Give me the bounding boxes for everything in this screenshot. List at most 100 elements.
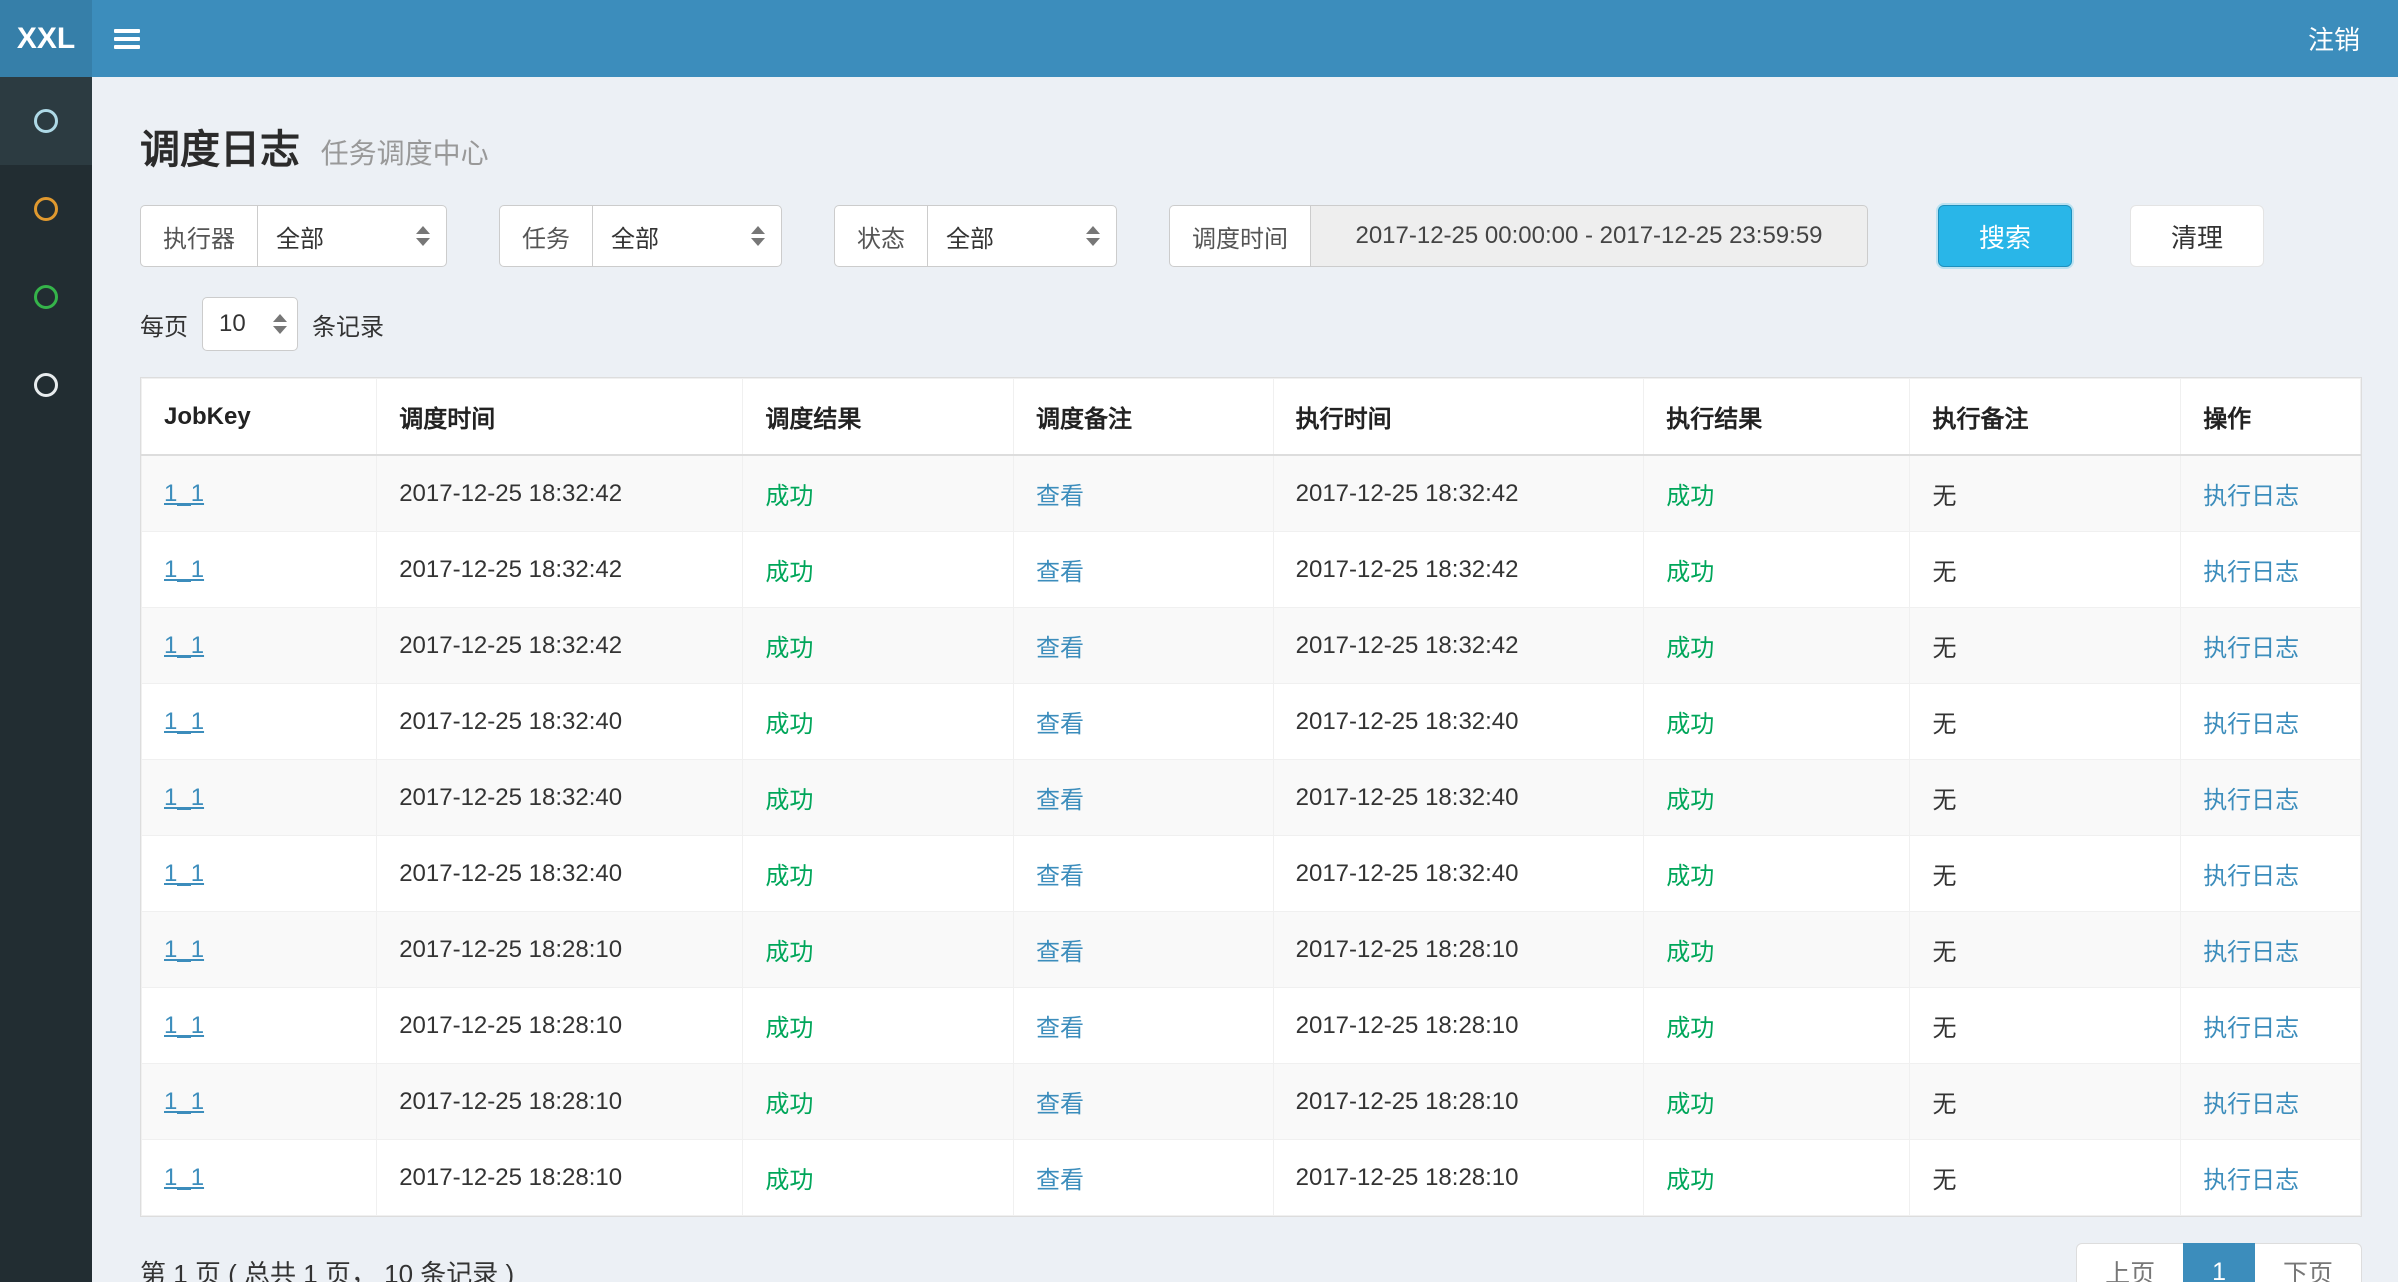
sched-result-cell: 成功 — [743, 532, 1014, 608]
exec-log-link[interactable]: 执行日志 — [2181, 1064, 2361, 1140]
app-logo[interactable]: XXL — [0, 0, 92, 77]
executor-select-value: 全部 — [276, 219, 324, 254]
column-header: 操作 — [2181, 379, 2361, 456]
sidebar-toggle-button[interactable] — [92, 0, 162, 77]
pagination-page-1-button[interactable]: 1 — [2183, 1243, 2255, 1282]
search-button[interactable]: 搜索 — [1938, 205, 2072, 267]
sched-remark-link[interactable]: 查看 — [1014, 988, 1274, 1064]
main-content: 调度日志 任务调度中心 执行器 全部 任务 全部 状态 全部 — [92, 77, 2398, 1282]
sched-time-cell: 2017-12-25 18:32:40 — [377, 684, 743, 760]
sched-time-cell: 2017-12-25 18:32:42 — [377, 532, 743, 608]
log-table: JobKey调度时间调度结果调度备注执行时间执行结果执行备注操作 1_12017… — [141, 378, 2361, 1216]
sched-remark-link[interactable]: 查看 — [1014, 760, 1274, 836]
exec-result-cell: 成功 — [1644, 1064, 1910, 1140]
exec-log-link[interactable]: 执行日志 — [2181, 455, 2361, 532]
status-select-value: 全部 — [946, 219, 994, 254]
column-header: 执行备注 — [1910, 379, 2181, 456]
exec-log-link[interactable]: 执行日志 — [2181, 912, 2361, 988]
table-header-row: JobKey调度时间调度结果调度备注执行时间执行结果执行备注操作 — [142, 379, 2361, 456]
exec-remark-cell: 无 — [1910, 988, 2181, 1064]
table-row: 1_12017-12-25 18:32:42成功查看2017-12-25 18:… — [142, 455, 2361, 532]
select-arrows-icon — [1086, 226, 1100, 246]
sched-result-cell: 成功 — [743, 760, 1014, 836]
exec-remark-cell: 无 — [1910, 1064, 2181, 1140]
exec-result-cell: 成功 — [1644, 455, 1910, 532]
sched-result-cell: 成功 — [743, 1140, 1014, 1216]
exec-log-link[interactable]: 执行日志 — [2181, 760, 2361, 836]
sched-time-cell: 2017-12-25 18:28:10 — [377, 1140, 743, 1216]
exec-log-link[interactable]: 执行日志 — [2181, 1140, 2361, 1216]
time-filter-label: 调度时间 — [1169, 205, 1310, 267]
column-header: 调度时间 — [377, 379, 743, 456]
sched-remark-link[interactable]: 查看 — [1014, 684, 1274, 760]
jobkey-link[interactable]: 1_1 — [142, 1140, 377, 1216]
sched-result-cell: 成功 — [743, 836, 1014, 912]
sched-remark-link[interactable]: 查看 — [1014, 836, 1274, 912]
jobkey-link[interactable]: 1_1 — [142, 684, 377, 760]
sched-remark-link[interactable]: 查看 — [1014, 912, 1274, 988]
column-header: 执行结果 — [1644, 379, 1910, 456]
clear-button[interactable]: 清理 — [2130, 205, 2264, 267]
job-select[interactable]: 全部 — [592, 205, 782, 267]
sched-time-cell: 2017-12-25 18:28:10 — [377, 988, 743, 1064]
sidebar-item-3[interactable] — [0, 253, 92, 341]
exec-result-cell: 成功 — [1644, 988, 1910, 1064]
exec-remark-cell: 无 — [1910, 1140, 2181, 1216]
circle-icon — [34, 109, 58, 133]
exec-log-link[interactable]: 执行日志 — [2181, 836, 2361, 912]
jobkey-link[interactable]: 1_1 — [142, 532, 377, 608]
exec-log-link[interactable]: 执行日志 — [2181, 988, 2361, 1064]
jobkey-link[interactable]: 1_1 — [142, 988, 377, 1064]
job-filter-group: 任务 全部 — [499, 205, 782, 267]
table-row: 1_12017-12-25 18:32:40成功查看2017-12-25 18:… — [142, 760, 2361, 836]
jobkey-link[interactable]: 1_1 — [142, 760, 377, 836]
page-size-bar: 每页 10 条记录 — [140, 297, 2362, 351]
jobkey-link[interactable]: 1_1 — [142, 836, 377, 912]
table-row: 1_12017-12-25 18:28:10成功查看2017-12-25 18:… — [142, 1140, 2361, 1216]
table-footer: 第 1 页 ( 总共 1 页， 10 条记录 ) 上页 1 下页 — [140, 1243, 2362, 1282]
table-row: 1_12017-12-25 18:32:42成功查看2017-12-25 18:… — [142, 608, 2361, 684]
sidebar-item-2[interactable] — [0, 165, 92, 253]
sched-remark-link[interactable]: 查看 — [1014, 1064, 1274, 1140]
executor-filter-group: 执行器 全部 — [140, 205, 447, 267]
column-header: 调度结果 — [743, 379, 1014, 456]
page-size-select[interactable]: 10 — [202, 297, 298, 351]
exec-time-cell: 2017-12-25 18:28:10 — [1273, 988, 1644, 1064]
sched-remark-link[interactable]: 查看 — [1014, 608, 1274, 684]
exec-time-cell: 2017-12-25 18:32:40 — [1273, 836, 1644, 912]
sched-result-cell: 成功 — [743, 608, 1014, 684]
time-range-input[interactable]: 2017-12-25 00:00:00 - 2017-12-25 23:59:5… — [1310, 205, 1868, 267]
exec-log-link[interactable]: 执行日志 — [2181, 684, 2361, 760]
page-subtitle: 任务调度中心 — [321, 138, 489, 169]
page-size-value: 10 — [219, 310, 246, 338]
sidebar-item-1[interactable] — [0, 77, 92, 165]
sidebar-item-4[interactable] — [0, 341, 92, 429]
jobkey-link[interactable]: 1_1 — [142, 912, 377, 988]
exec-remark-cell: 无 — [1910, 455, 2181, 532]
table-row: 1_12017-12-25 18:32:40成功查看2017-12-25 18:… — [142, 684, 2361, 760]
exec-log-link[interactable]: 执行日志 — [2181, 532, 2361, 608]
status-select[interactable]: 全部 — [927, 205, 1117, 267]
table-body: 1_12017-12-25 18:32:42成功查看2017-12-25 18:… — [142, 455, 2361, 1216]
sched-remark-link[interactable]: 查看 — [1014, 1140, 1274, 1216]
select-arrows-icon — [751, 226, 765, 246]
executor-filter-label: 执行器 — [140, 205, 257, 267]
executor-select[interactable]: 全部 — [257, 205, 447, 267]
sched-result-cell: 成功 — [743, 1064, 1014, 1140]
exec-log-link[interactable]: 执行日志 — [2181, 608, 2361, 684]
table-row: 1_12017-12-25 18:28:10成功查看2017-12-25 18:… — [142, 988, 2361, 1064]
exec-time-cell: 2017-12-25 18:32:42 — [1273, 608, 1644, 684]
select-arrows-icon — [273, 314, 287, 334]
pagination-prev-button[interactable]: 上页 — [2076, 1243, 2184, 1282]
jobkey-link[interactable]: 1_1 — [142, 608, 377, 684]
column-header: 调度备注 — [1014, 379, 1274, 456]
sched-remark-link[interactable]: 查看 — [1014, 532, 1274, 608]
pagination-next-button[interactable]: 下页 — [2254, 1243, 2362, 1282]
jobkey-link[interactable]: 1_1 — [142, 1064, 377, 1140]
exec-time-cell: 2017-12-25 18:32:42 — [1273, 455, 1644, 532]
sched-time-cell: 2017-12-25 18:28:10 — [377, 912, 743, 988]
logout-link[interactable]: 注销 — [2308, 20, 2360, 57]
sched-remark-link[interactable]: 查看 — [1014, 455, 1274, 532]
jobkey-link[interactable]: 1_1 — [142, 455, 377, 532]
exec-remark-cell: 无 — [1910, 608, 2181, 684]
